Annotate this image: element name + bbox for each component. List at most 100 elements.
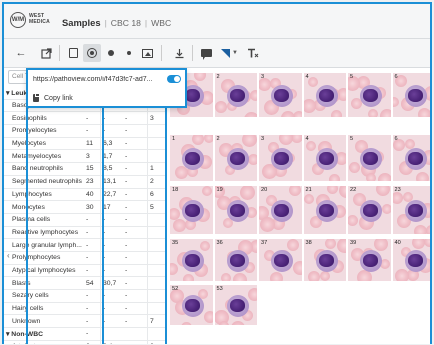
radio-target-icon[interactable] (83, 44, 101, 62)
cell-image-tile[interactable]: 4 (302, 134, 347, 182)
cell-image-tile[interactable]: 20 (258, 185, 303, 235)
table-row[interactable]: Blasts 54 30,7- (4, 276, 166, 290)
table-row[interactable]: Atypical lymphocytes - - - (4, 264, 166, 278)
cell-count: - (84, 314, 101, 329)
table-row[interactable]: Large granular lymph... - - - (4, 238, 166, 252)
cell-image-tile[interactable]: 3 (258, 72, 303, 118)
table-row[interactable]: Plasma cells - - - (4, 213, 166, 227)
image-icon[interactable] (138, 44, 156, 62)
cell-count: 6 (84, 340, 101, 344)
cell-type-name: Prolymphocytes (4, 251, 84, 265)
tile-number: 35 (172, 240, 179, 246)
cell-image-tile[interactable]: 4 (302, 72, 347, 118)
cell-image-tile[interactable]: 19 (213, 185, 258, 235)
filled-dot-icon[interactable] (120, 44, 138, 62)
cell-image-tile[interactable]: 53 (213, 284, 258, 326)
cell-type-name: Large granular lymph... (4, 238, 84, 252)
cell-extra (147, 327, 166, 341)
table-row[interactable]: Artefacts63,4-6 (4, 340, 166, 344)
cell-image-tile[interactable]: 6 (391, 134, 430, 182)
document-icon[interactable] (64, 44, 82, 62)
text-format-icon[interactable] (244, 44, 262, 62)
tile-number: 19 (216, 187, 223, 193)
cell-count: 3 (84, 149, 101, 164)
cell-image-tile[interactable]: 36 (213, 238, 258, 282)
cell-image-tile[interactable]: 21 (302, 185, 347, 235)
cell-type-name: Eosinophils (4, 111, 84, 126)
table-row[interactable]: Promyelocytes - - - (4, 124, 166, 138)
cell-flag: - (123, 276, 148, 290)
cell-image-tile[interactable]: 3 (258, 134, 303, 182)
copy-link-button[interactable]: Copy link (33, 93, 73, 102)
share-toggle[interactable] (167, 75, 181, 83)
tile-number: 1 (172, 136, 176, 142)
cell-image-tile[interactable]: 37 (258, 238, 303, 282)
tile-number: 6 (394, 136, 398, 142)
cell-flag (123, 327, 148, 341)
cell-image-tile[interactable]: 35 (169, 238, 214, 282)
cell-count: - (84, 226, 101, 240)
cell-image-tile[interactable]: 22 (347, 185, 392, 235)
cell-extra: 7 (147, 314, 166, 329)
cell-image-tile[interactable]: 40 (391, 238, 430, 282)
table-row[interactable]: Lymphocytes 40 22,7-6 (4, 188, 166, 202)
cell-extra (147, 226, 166, 240)
cell-count: 15 (84, 162, 101, 176)
table-row[interactable]: Sezary cells - - - (4, 289, 166, 303)
toolbar: ← ▼ (4, 39, 430, 68)
breadcrumb-samples[interactable]: Samples (62, 17, 101, 28)
tile-number: 4 (305, 136, 309, 142)
share-url[interactable]: https://pathoview.com/i/f47d3fc7-ad7... (33, 76, 171, 83)
table-row[interactable]: Eosinophils - - -3 (4, 111, 166, 126)
cell-type-name: Hairy cells (4, 302, 84, 316)
cell-image-tile[interactable]: 18 (169, 185, 214, 235)
cell-count: - (84, 251, 101, 265)
cell-type-name: Band neutrophils (4, 162, 84, 176)
table-row[interactable]: ▾ Non-WBC - (4, 327, 166, 341)
cell-image-tile[interactable]: 6 (391, 72, 430, 118)
tile-number: 37 (261, 240, 268, 246)
cell-image-tile[interactable]: 2 (213, 134, 258, 182)
cell-extra: 1 (147, 162, 166, 176)
tile-number: 39 (350, 240, 357, 246)
table-row[interactable]: Segmented neutrophils 23 13,1-2 (4, 175, 166, 189)
cell-image-tile[interactable]: 2 (213, 72, 258, 118)
tile-number: 52 (172, 286, 179, 292)
cell-flag: - (123, 200, 148, 214)
table-row[interactable]: Monocytes 30 17-5 (4, 200, 166, 214)
table-row[interactable]: Myelocytes 11 6,3- (4, 137, 166, 151)
table-row[interactable]: Prolymphocytes - - - (4, 251, 166, 265)
collapse-arrow-icon[interactable]: ‹ (7, 251, 10, 260)
panel-divider[interactable] (165, 68, 167, 344)
table-row[interactable]: Unknown---7 (4, 314, 166, 329)
cell-image-tile[interactable]: 39 (347, 238, 392, 282)
cell-image-tile[interactable]: 5 (347, 72, 392, 118)
download-icon[interactable] (170, 44, 188, 62)
chevron-down-icon[interactable]: ▼ (230, 44, 240, 62)
cell-extra: 3 (147, 111, 166, 126)
open-external-icon[interactable] (37, 44, 55, 62)
tile-number: 3 (261, 74, 265, 80)
cell-image-tile[interactable]: 52 (169, 284, 214, 326)
cell-count: 40 (84, 188, 101, 202)
clipboard-icon (33, 93, 40, 102)
cell-image-tile[interactable]: 38 (302, 238, 347, 282)
cell-image-tile[interactable]: 1 (169, 134, 214, 182)
back-arrow-icon[interactable]: ← (12, 44, 30, 62)
comment-icon[interactable] (197, 44, 215, 62)
table-row[interactable]: Metamyelocytes 3 1,7- (4, 149, 166, 164)
cell-image-gallery: 1234561234561819202122233536373839405253 (169, 68, 430, 344)
table-row[interactable]: Reactive lymphocytes - - - (4, 226, 166, 240)
cell-count: 54 (84, 276, 101, 290)
cell-image-tile[interactable]: 23 (391, 185, 430, 235)
breadcrumb-cbc[interactable]: CBC 18 (111, 18, 141, 28)
table-row[interactable]: Band neutrophils 15 8,5-1 (4, 162, 166, 176)
cell-flag: - (123, 162, 148, 176)
table-row[interactable]: Hairy cells - - - (4, 302, 166, 316)
cell-type-name: Myelocytes (4, 137, 84, 151)
cell-image-tile[interactable]: 5 (347, 134, 392, 182)
west-medica-logo[interactable]: W/M WEST MEDICA (10, 12, 50, 28)
dot-icon[interactable] (102, 44, 120, 62)
tile-number: 2 (216, 74, 220, 80)
cell-flag: - (123, 188, 148, 202)
